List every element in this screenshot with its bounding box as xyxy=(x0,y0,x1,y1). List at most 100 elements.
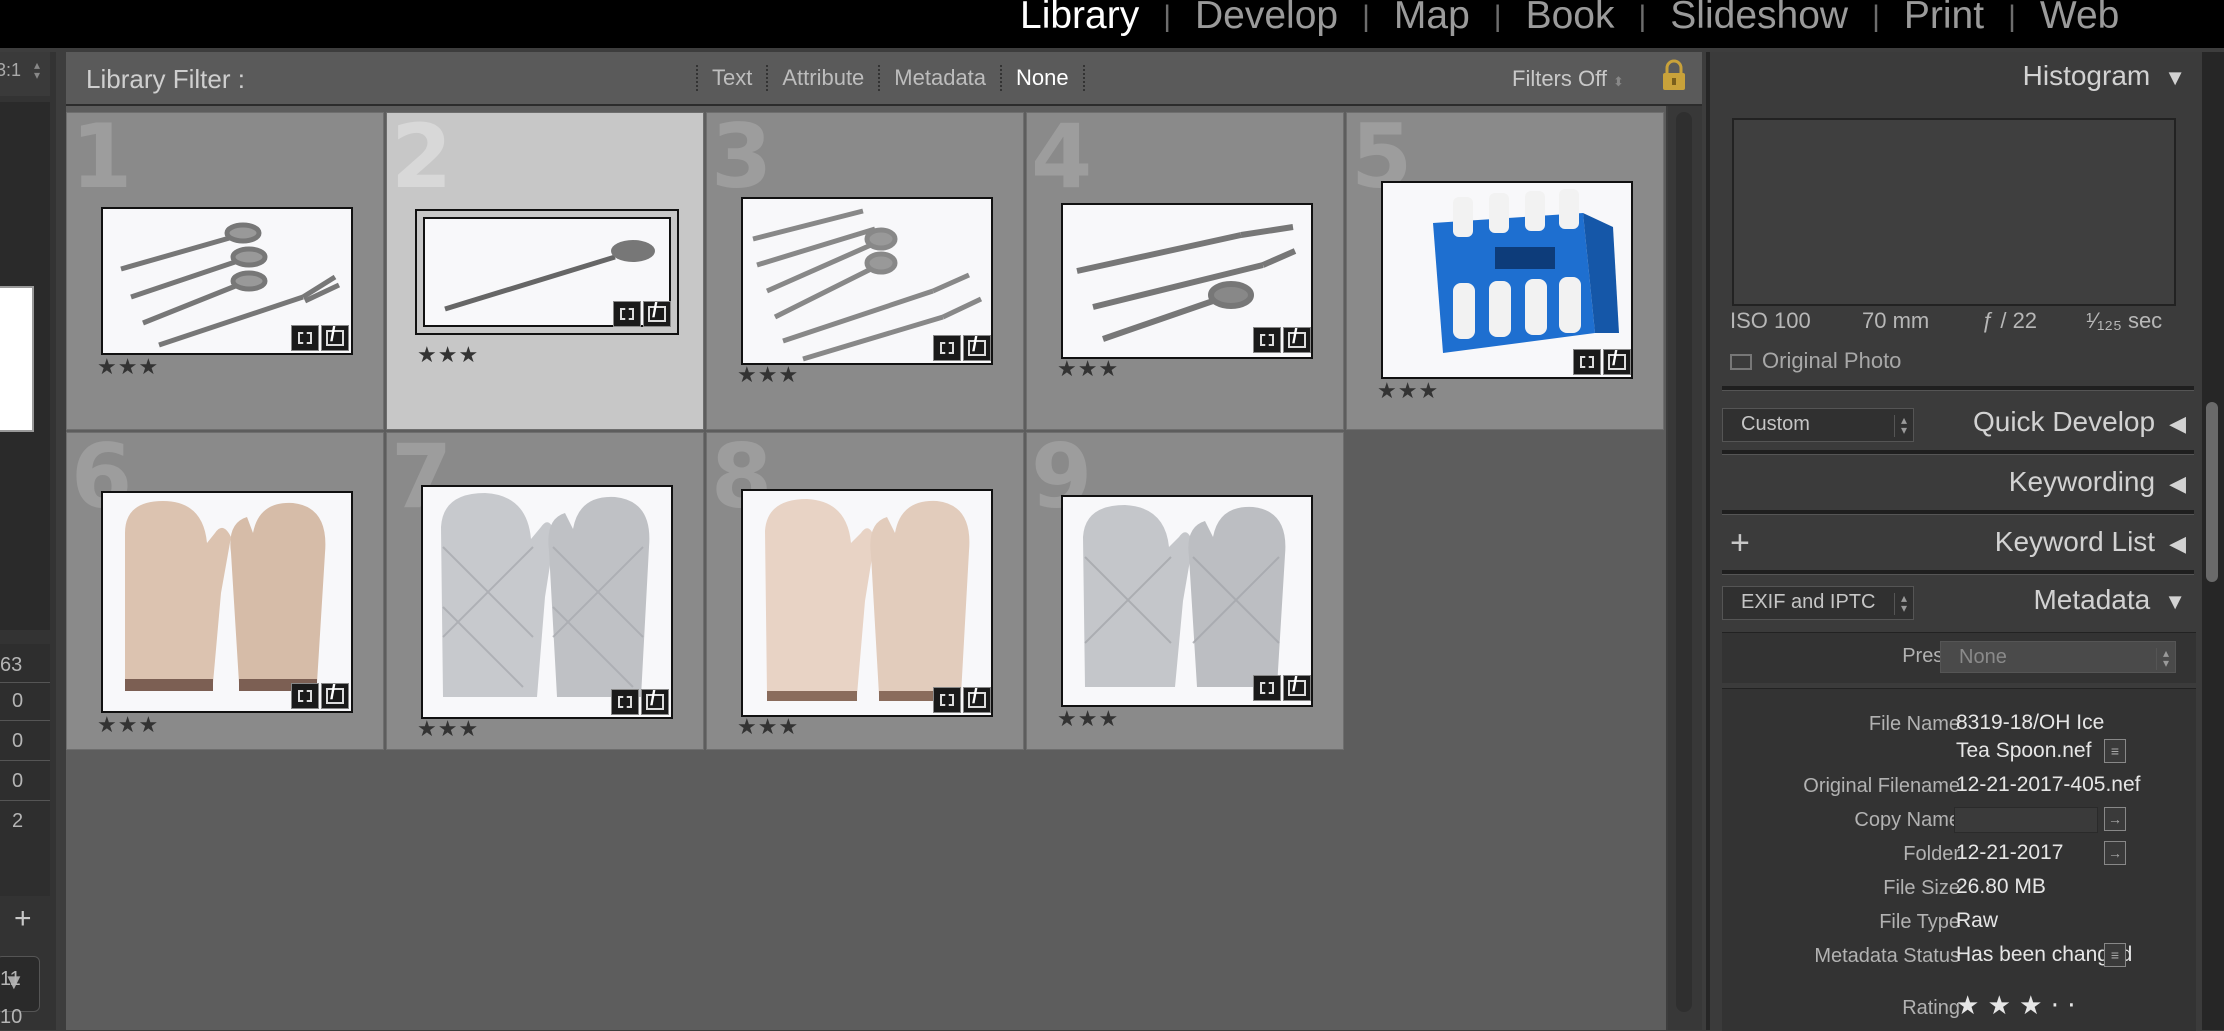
metadata-view-value: EXIF and IPTC xyxy=(1741,591,1876,613)
module-picker-bar: Library | Develop | Map | Book | Slidesh… xyxy=(0,0,2224,48)
copy-name-field[interactable] xyxy=(1954,807,2098,833)
module-develop[interactable]: Develop xyxy=(1195,0,1338,40)
module-slideshow[interactable]: Slideshow xyxy=(1670,0,1848,40)
scrollbar-thumb[interactable] xyxy=(2206,402,2218,582)
metadata-title: Metadata xyxy=(2033,584,2151,615)
star-rating[interactable]: ★★★ xyxy=(1377,379,1439,404)
library-filter-bar: Library Filter : Text Attribute Metadata… xyxy=(66,52,1702,106)
module-separator: | xyxy=(1493,0,1502,33)
crop-badge-icon[interactable] xyxy=(613,301,641,327)
lock-icon[interactable] xyxy=(1660,58,1688,92)
navigator-preview[interactable] xyxy=(0,102,50,630)
crop-badge-icon[interactable] xyxy=(1573,349,1601,375)
photo-thumbnail[interactable] xyxy=(741,489,993,717)
develop-badge-icon[interactable] xyxy=(1603,348,1631,375)
crop-badge-icon[interactable] xyxy=(933,687,961,713)
filter-metadata-tab[interactable]: Metadata xyxy=(878,65,1000,91)
crop-badge-icon[interactable] xyxy=(933,335,961,361)
file-name-value-line1[interactable]: 8319-18/OH Ice xyxy=(1956,711,2104,735)
develop-badge-icon[interactable] xyxy=(963,686,991,713)
photo-thumbnail[interactable] xyxy=(101,491,353,713)
develop-badge-icon[interactable] xyxy=(963,334,991,361)
grid-cell[interactable]: 3 ★★★ xyxy=(706,105,1024,430)
arrow-right-icon[interactable]: → xyxy=(2104,807,2126,831)
add-keyword-icon[interactable]: + xyxy=(1730,524,1750,563)
quick-develop-header[interactable]: Quick Develop ◀ xyxy=(1973,406,2186,438)
histogram-graph[interactable] xyxy=(1732,118,2176,306)
rating-value[interactable]: ★ ★ ★ · · xyxy=(1956,991,2076,1021)
develop-badge-icon[interactable] xyxy=(321,324,349,351)
star-rating[interactable]: ★★★ xyxy=(417,343,479,368)
module-map[interactable]: Map xyxy=(1394,0,1470,40)
star-rating[interactable]: ★★★ xyxy=(97,713,159,738)
filter-text-tab[interactable]: Text xyxy=(696,65,766,91)
module-web[interactable]: Web xyxy=(2040,0,2120,40)
grid-cell[interactable]: 6 ★★★ xyxy=(66,425,384,750)
focal-length-value: 70 mm xyxy=(1862,308,1930,333)
star-rating[interactable]: ★★★ xyxy=(737,363,799,388)
original-filename-value: 12-21-2017-405.nef xyxy=(1956,773,2141,796)
navigator-thumbnail[interactable] xyxy=(0,286,34,432)
star-rating[interactable]: ★★★ xyxy=(417,717,479,742)
develop-badge-icon[interactable] xyxy=(641,688,669,715)
filter-preset-dropdown[interactable]: Filters Off ⬍ xyxy=(1512,66,1624,92)
iso-value: ISO 100 xyxy=(1730,308,1811,333)
arrow-right-icon[interactable]: → xyxy=(2104,841,2126,865)
metadata-preset-value: None xyxy=(1959,646,2007,668)
original-photo-toggle[interactable]: Original Photo xyxy=(1730,348,1901,374)
scrollbar-thumb[interactable] xyxy=(1676,112,1692,1012)
photo-thumbnail[interactable] xyxy=(421,485,673,719)
checkbox-icon[interactable] xyxy=(1730,354,1752,370)
grid-cell[interactable]: 1 ★★★ xyxy=(66,105,384,430)
module-print[interactable]: Print xyxy=(1904,0,1984,40)
crop-badge-icon[interactable] xyxy=(611,689,639,715)
beige-oven-mitts-image xyxy=(125,501,326,691)
crop-badge-icon[interactable] xyxy=(1253,675,1281,701)
filter-none-tab[interactable]: None xyxy=(1000,65,1085,91)
zoom-level[interactable]: 3:1 xyxy=(0,60,21,81)
crop-badge-icon[interactable] xyxy=(291,325,319,351)
module-library[interactable]: Library xyxy=(1020,0,1139,40)
star-rating[interactable]: ★★★ xyxy=(1057,707,1119,732)
chevron-down-icon: ▼ xyxy=(2164,65,2186,90)
catalog-counts: 63 0 0 0 2 xyxy=(0,644,50,896)
develop-badge-icon[interactable] xyxy=(1283,674,1311,701)
develop-badge-icon[interactable] xyxy=(1283,326,1311,353)
grid-cell[interactable]: 5 ★★★ xyxy=(1346,105,1664,430)
grid-cell[interactable]: 8 ★★★ xyxy=(706,425,1024,750)
module-list: Library | Develop | Map | Book | Slidesh… xyxy=(1020,0,2119,48)
metadata-preset-row: Preset None ▴ ▾ xyxy=(1722,632,2196,683)
add-icon[interactable]: + xyxy=(14,902,32,936)
crop-badge-icon[interactable] xyxy=(1253,327,1281,353)
crop-badge-icon[interactable] xyxy=(291,683,319,709)
module-book[interactable]: Book xyxy=(1526,0,1615,40)
grid-scrollbar[interactable] xyxy=(1668,106,1702,1030)
list-icon[interactable]: ≡ xyxy=(2104,739,2126,763)
star-rating[interactable]: ★★★ xyxy=(737,715,799,740)
file-size-value: 26.80 MB xyxy=(1956,875,2046,898)
metadata-view-dropdown[interactable]: EXIF and IPTC ▴ ▾ xyxy=(1722,586,1914,620)
develop-badge-icon[interactable] xyxy=(643,300,671,327)
keyword-list-header[interactable]: Keyword List ◀ xyxy=(1995,526,2186,558)
grid-cell[interactable]: 9 ★★★ xyxy=(1026,425,1344,750)
grid-cell[interactable]: 4 ★★★ xyxy=(1026,105,1344,430)
chevron-left-icon: ◀ xyxy=(2169,471,2186,496)
histogram-header[interactable]: Histogram ▼ xyxy=(2023,60,2186,92)
quick-develop-preset-dropdown[interactable]: Custom ▴ ▾ xyxy=(1722,408,1914,442)
panel-divider xyxy=(1722,386,2194,391)
star-rating[interactable]: ★★★ xyxy=(97,355,159,380)
filter-attribute-tab[interactable]: Attribute xyxy=(766,65,878,91)
grid-cell-selected[interactable]: 2 ★★★ xyxy=(386,105,704,430)
develop-badge-icon[interactable] xyxy=(321,682,349,709)
zoom-stepper-icon[interactable]: ▴ ▾ xyxy=(34,59,40,81)
metadata-preset-dropdown[interactable]: None ▴ ▾ xyxy=(1940,641,2176,673)
right-panel-scrollbar[interactable] xyxy=(2202,52,2224,1030)
grid-cell[interactable]: 7 ★★★ xyxy=(386,425,704,750)
panel-divider xyxy=(1722,510,2194,515)
list-icon[interactable]: ≡ xyxy=(2104,943,2126,967)
keywording-header[interactable]: Keywording ◀ xyxy=(2009,466,2186,498)
file-name-value-line2[interactable]: Tea Spoon.nef xyxy=(1956,739,2091,763)
star-rating[interactable]: ★★★ xyxy=(1057,357,1119,382)
metadata-header[interactable]: Metadata ▼ xyxy=(2033,584,2186,616)
module-separator: | xyxy=(1163,0,1172,33)
